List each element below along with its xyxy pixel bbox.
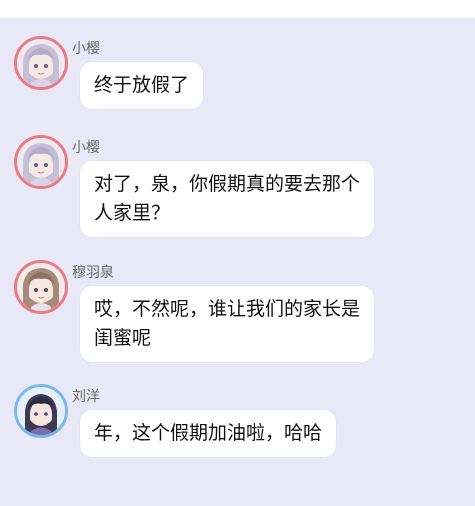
anime-girl-avatar-icon [17,263,65,311]
message-text-line: 对了，泉，你假期真的要去那个 [94,173,361,195]
chat-message: 刘洋 年，这个假期加油啦，哈哈 [0,384,475,484]
sender-avatar[interactable] [14,260,68,314]
sender-avatar[interactable] [14,135,68,189]
message-text-line: 人家里？ [94,202,171,224]
sender-name: 刘洋 [72,389,100,405]
sender-avatar[interactable] [14,36,68,90]
anime-boy-avatar-icon [17,387,65,435]
sender-name: 穆羽泉 [72,265,114,281]
chat-message: 穆羽泉 哎，不然呢，谁让我们的家长是 闺蜜呢 [0,260,475,385]
message-bubble[interactable]: 对了，泉，你假期真的要去那个 人家里？ [80,161,375,237]
sender-avatar[interactable] [14,384,68,438]
sender-name: 小樱 [72,140,100,156]
message-text: 年，这个假期加油啦，哈哈 [94,422,323,444]
message-bubble[interactable]: 哎，不然呢，谁让我们的家长是 闺蜜呢 [80,286,375,362]
anime-girl-avatar-icon [17,138,65,186]
message-text: 终于放假了 [94,74,190,96]
chat-area: 小樱 终于放假了 小樱 对了，泉，你假期真的要去那个 人家里？ 穆羽泉 哎，不然… [0,18,475,506]
chat-message: 小樱 终于放假了 [0,36,475,136]
message-bubble[interactable]: 年，这个假期加油啦，哈哈 [80,410,337,457]
message-text-line: 哎，不然呢，谁让我们的家长是 [94,298,361,320]
sender-name: 小樱 [72,41,100,57]
chat-message: 小樱 对了，泉，你假期真的要去那个 人家里？ [0,135,475,260]
message-bubble[interactable]: 终于放假了 [80,62,204,109]
message-text-line: 闺蜜呢 [94,327,152,349]
anime-girl-avatar-icon [17,39,65,87]
